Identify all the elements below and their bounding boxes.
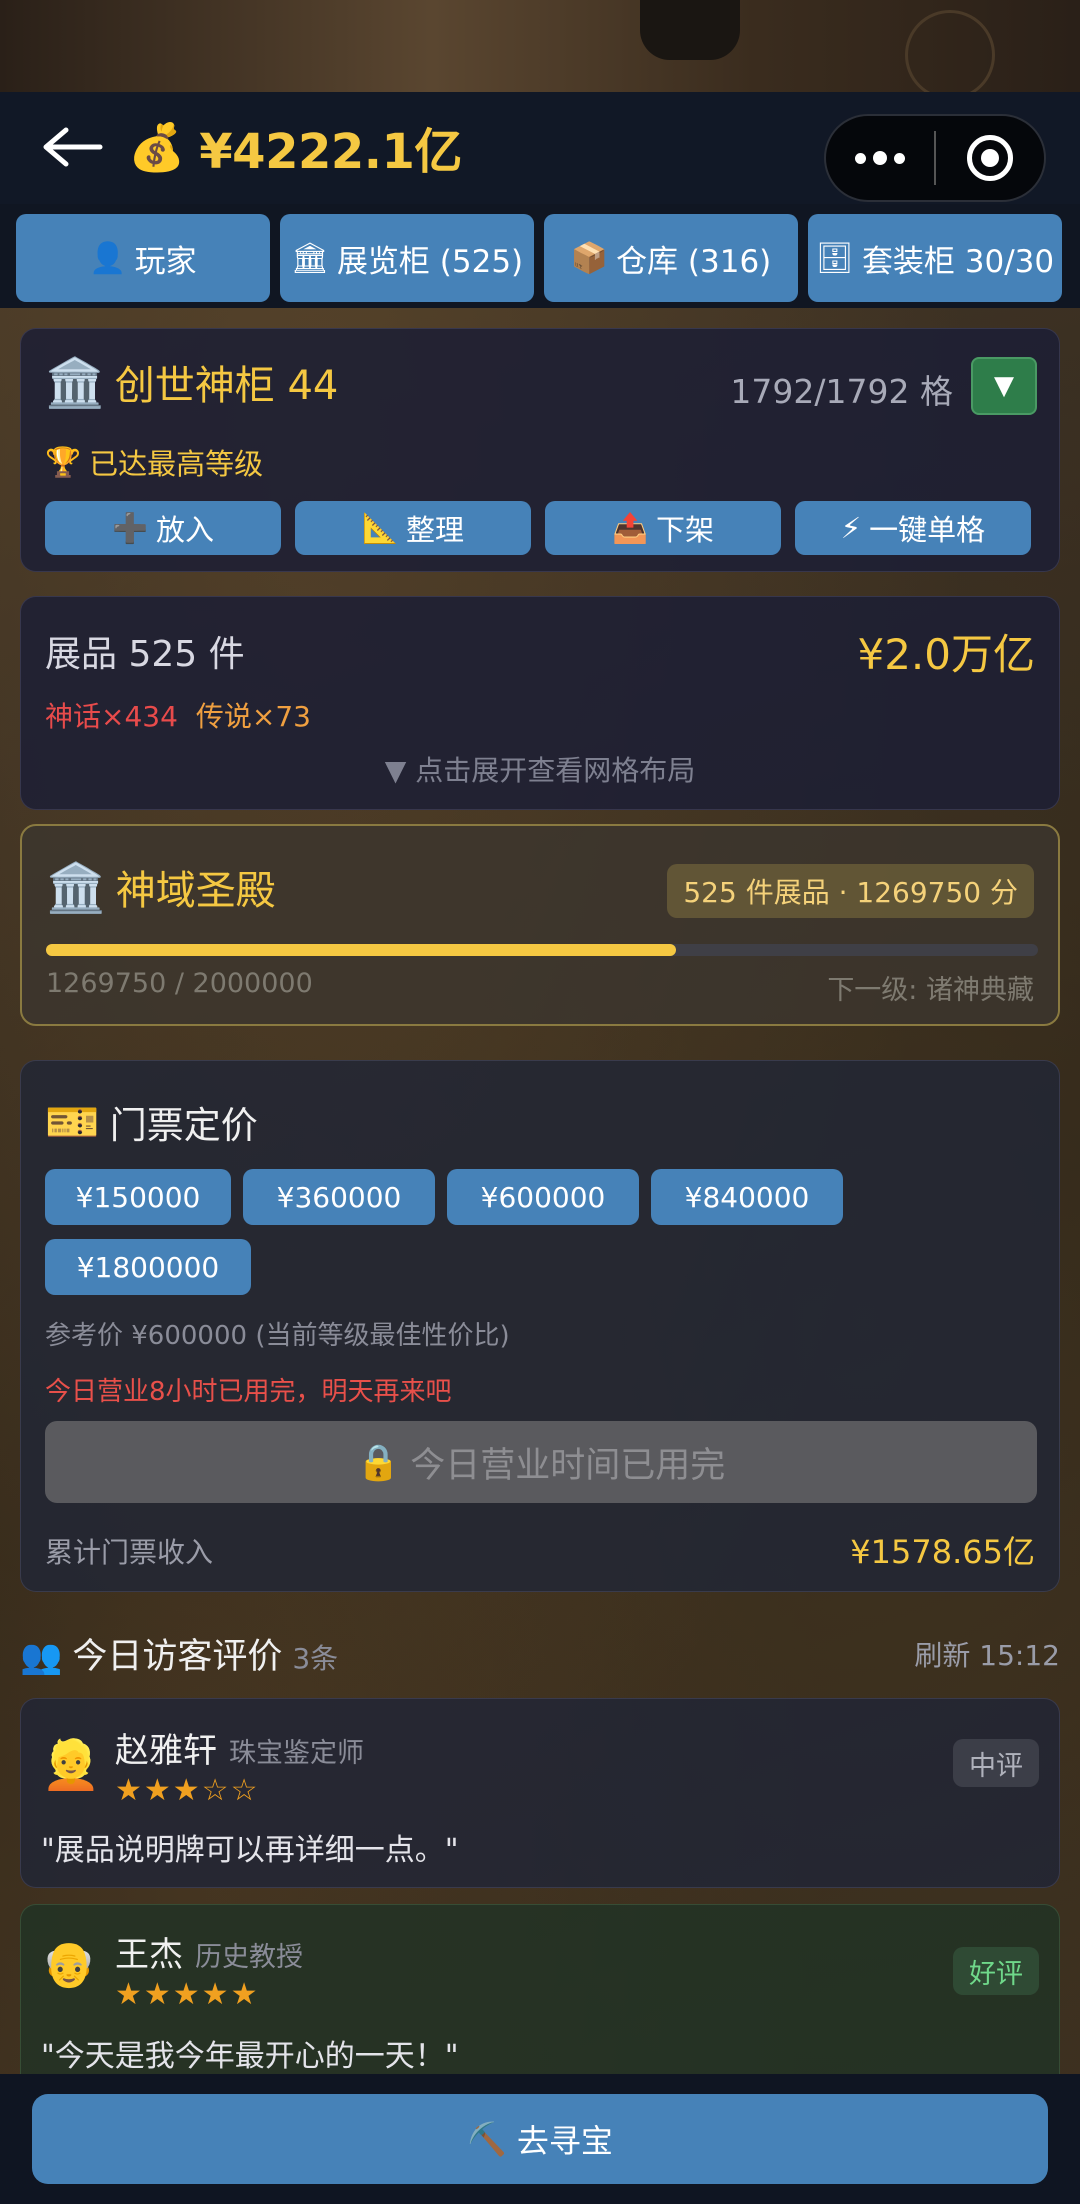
tab-label: 玩家 xyxy=(134,243,197,280)
outbox-icon: 📤 xyxy=(611,510,649,545)
lock-icon: 🔒 xyxy=(356,1442,401,1483)
bottom-bar: ⛏️ 去寻宝 xyxy=(0,2074,1080,2204)
rating-badge: 好评 xyxy=(953,1947,1039,1995)
button-label: 一键单格 xyxy=(869,513,986,547)
box-icon: 📦 xyxy=(570,240,609,276)
button-label: 下架 xyxy=(656,513,715,547)
button-label: 整理 xyxy=(406,513,465,547)
progress-text: 1269750 / 2000000 xyxy=(46,968,313,999)
business-hours-warning: 今日营业8小时已用完，明天再来吧 xyxy=(45,1377,452,1407)
avatar: 👱 xyxy=(41,1737,101,1793)
balance-display: 💰 ¥4222.1亿 xyxy=(128,114,462,181)
museum-score-badge: 525 件展品 · 1269750 分 xyxy=(667,864,1034,918)
header-background xyxy=(0,0,1080,100)
cabinet-icon: 🗄 xyxy=(815,240,854,276)
reviews-count: 3条 xyxy=(292,1642,339,1675)
price-option[interactable]: ¥150000 xyxy=(45,1169,231,1225)
review-card: 👱 赵雅轩 珠宝鉴定师 ★★★☆☆ 中评 "展品说明牌可以再详细一点。" xyxy=(20,1698,1060,1888)
review-comment: "今天是我今年最开心的一天！" xyxy=(41,2039,459,2074)
money-bag-icon: 💰 xyxy=(128,119,186,174)
tab-label: 展览柜 (525) xyxy=(336,243,524,280)
treasure-hunt-button[interactable]: ⛏️ 去寻宝 xyxy=(32,2094,1048,2184)
close-target-icon[interactable] xyxy=(936,116,1044,200)
museum-icon: 🏛️ xyxy=(45,354,105,411)
visitors-icon: 👥 xyxy=(20,1637,63,1677)
one-click-single-button[interactable]: ⚡ 一键单格 xyxy=(795,501,1031,555)
museum-name: 神域圣殿 xyxy=(115,868,276,914)
compass-decoration xyxy=(905,10,995,100)
reviews-title: 今日访客评价 xyxy=(72,1637,283,1677)
tab-bar: 👤 玩家 🏛 展览柜 (525) 📦 仓库 (316) 🗄 套装柜 30/30 xyxy=(0,204,1080,308)
exhibit-count: 展品 525 件 xyxy=(45,634,245,675)
expand-grid-hint: ▼ 点击展开查看网格布局 xyxy=(384,754,696,787)
ticket-icon: 🎫 xyxy=(45,1097,100,1148)
balance-amount: ¥4222.1亿 xyxy=(199,124,462,180)
reviewer-name: 王杰 xyxy=(115,1935,183,1975)
income-value: ¥1578.65亿 xyxy=(850,1533,1035,1571)
myth-count: 神话×434 xyxy=(45,700,178,733)
review-comment: "展品说明牌可以再详细一点。" xyxy=(41,1833,459,1868)
reference-price: 参考价 ¥600000 (当前等级最佳性价比) xyxy=(45,1321,510,1351)
triangle-down-icon: ▼ xyxy=(994,371,1014,401)
museum-icon: 🏛 xyxy=(290,240,329,276)
tab-set-cabinet[interactable]: 🗄 套装柜 30/30 xyxy=(808,214,1062,302)
museum-icon: 🏛️ xyxy=(46,859,106,916)
ink-bottle-decoration xyxy=(640,0,740,60)
price-option[interactable]: ¥840000 xyxy=(651,1169,843,1225)
price-option[interactable]: ¥1800000 xyxy=(45,1239,251,1295)
ruler-icon: 📐 xyxy=(361,510,399,545)
price-option[interactable]: ¥360000 xyxy=(243,1169,435,1225)
income-label: 累计门票收入 xyxy=(45,1536,214,1569)
rating-badge: 中评 xyxy=(953,1739,1039,1787)
tab-label: 仓库 (316) xyxy=(616,243,772,280)
nav-bar: 💰 ¥4222.1亿 xyxy=(0,92,1080,204)
back-arrow-icon[interactable] xyxy=(36,122,106,172)
rating-stars: ★★★★★ xyxy=(115,1977,260,2012)
reviewer-role: 珠宝鉴定师 xyxy=(229,1738,364,1769)
ticket-pricing-card: 🎫 门票定价 ¥150000 ¥360000 ¥600000 ¥840000 ¥… xyxy=(20,1060,1060,1592)
price-option[interactable]: ¥600000 xyxy=(447,1169,639,1225)
tab-label: 套装柜 30/30 xyxy=(861,243,1055,280)
avatar: 👴 xyxy=(41,1939,97,1990)
person-icon: 👤 xyxy=(89,240,127,276)
organize-button[interactable]: 📐 整理 xyxy=(295,501,531,555)
legend-count: 传说×73 xyxy=(195,700,311,733)
more-options-icon[interactable] xyxy=(826,116,934,200)
progress-fill xyxy=(46,944,676,956)
button-label: 今日营业时间已用完 xyxy=(410,1445,726,1486)
cabinet-title: 创世神柜 44 xyxy=(114,363,339,409)
tab-warehouse[interactable]: 📦 仓库 (316) xyxy=(544,214,798,302)
lightning-icon: ⚡ xyxy=(840,511,862,545)
next-level-text: 下一级: 诸神典藏 xyxy=(827,975,1034,1006)
pickaxe-icon: ⛏️ xyxy=(467,2120,507,2158)
level-status: 已达最高等级 xyxy=(89,447,264,481)
tab-showcase[interactable]: 🏛 展览柜 (525) xyxy=(280,214,534,302)
reviews-header: 👥 今日访客评价 3条 刷新 15:12 xyxy=(20,1628,1060,1678)
button-label: 放入 xyxy=(156,513,215,547)
plus-icon: ➕ xyxy=(111,510,149,545)
reviewer-name: 赵雅轩 xyxy=(115,1731,217,1771)
progress-track xyxy=(46,944,1038,956)
tab-player[interactable]: 👤 玩家 xyxy=(16,214,270,302)
dropdown-toggle-button[interactable]: ▼ xyxy=(971,357,1037,415)
reviewer-role: 历史教授 xyxy=(195,1942,303,1973)
put-in-button[interactable]: ➕ 放入 xyxy=(45,501,281,555)
trophy-icon: 🏆 xyxy=(45,444,82,479)
cabinet-capacity: 1792/1792 格 xyxy=(730,372,953,411)
refresh-time[interactable]: 刷新 15:12 xyxy=(914,1634,1060,1674)
mini-program-capsule xyxy=(824,114,1046,202)
rating-stars: ★★★☆☆ xyxy=(115,1773,260,1808)
remove-button[interactable]: 📤 下架 xyxy=(545,501,781,555)
exhibit-total-value: ¥2.0万亿 xyxy=(857,630,1035,679)
cabinet-card: 🏛️ 创世神柜 44 1792/1792 格 ▼ 🏆 已达最高等级 ➕ 放入 📐… xyxy=(20,328,1060,572)
museum-level-card: 🏛️ 神域圣殿 525 件展品 · 1269750 分 1269750 / 20… xyxy=(20,824,1060,1026)
ticket-title: 门票定价 xyxy=(109,1104,258,1147)
button-label: 去寻宝 xyxy=(516,2122,613,2160)
open-business-button-disabled[interactable]: 🔒 今日营业时间已用完 xyxy=(45,1421,1037,1503)
exhibits-summary-card[interactable]: 展品 525 件 ¥2.0万亿 神话×434 传说×73 ▼ 点击展开查看网格布… xyxy=(20,596,1060,810)
